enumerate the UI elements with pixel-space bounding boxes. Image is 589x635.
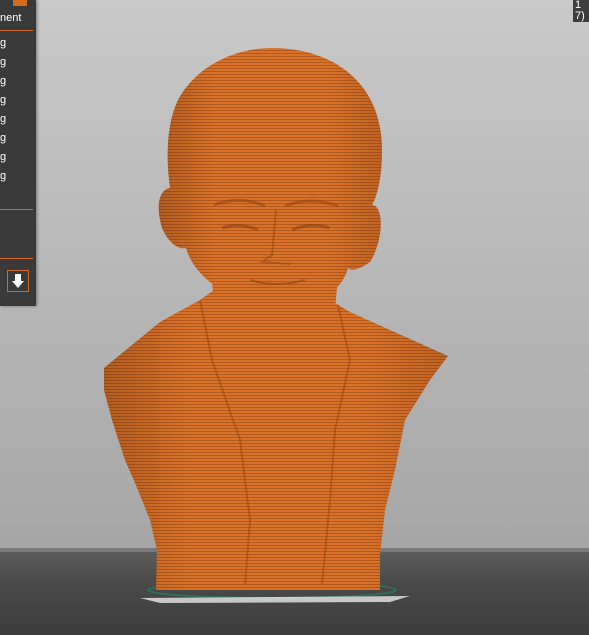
panel-tab-accent[interactable] bbox=[13, 0, 27, 6]
model-head-shade bbox=[158, 48, 382, 309]
material-row: g bbox=[0, 113, 7, 125]
print-time-readout: 1 (7 bbox=[573, 0, 589, 22]
arrow-down-icon bbox=[12, 274, 24, 288]
print-settings-panel: nent g g g g g g g g bbox=[0, 0, 36, 306]
panel-divider bbox=[0, 258, 33, 259]
material-row: g bbox=[0, 132, 7, 144]
material-row: g bbox=[0, 56, 7, 68]
panel-divider bbox=[0, 209, 33, 210]
panel-divider bbox=[0, 30, 33, 31]
material-row: g bbox=[0, 37, 7, 49]
save-to-disk-button[interactable] bbox=[7, 270, 29, 292]
3d-viewport[interactable]: nent g g g g g g g g 1 (7 bbox=[0, 0, 589, 635]
material-row: g bbox=[0, 151, 7, 163]
panel-title: nent bbox=[0, 12, 22, 24]
material-row: g bbox=[0, 170, 7, 182]
sliced-model-preview[interactable] bbox=[0, 0, 589, 635]
material-row: g bbox=[0, 94, 7, 106]
material-row: g bbox=[0, 75, 7, 87]
readout-line-2: (7 bbox=[575, 10, 585, 22]
plate-reflection bbox=[140, 596, 410, 603]
